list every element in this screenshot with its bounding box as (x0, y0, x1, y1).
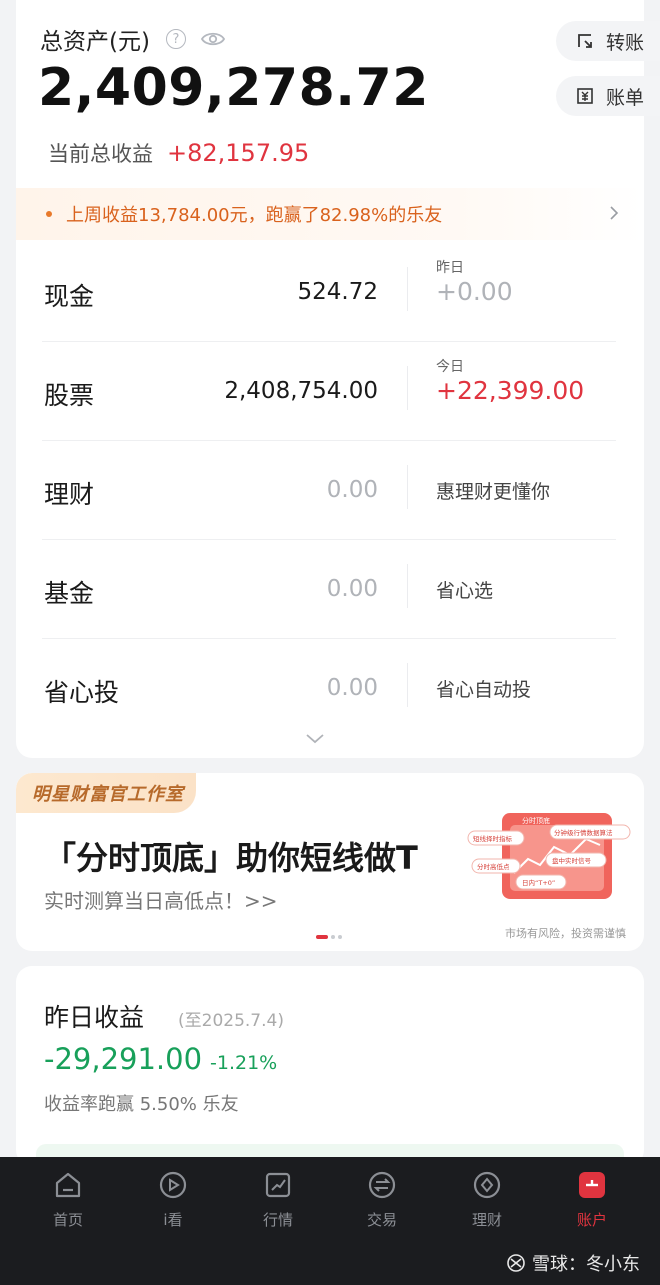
holding-amount: 524.72 (297, 279, 378, 305)
holding-row-auto-invest[interactable]: 省心投 0.00 省心自动投 (42, 639, 616, 738)
holding-change-label: 今日 (436, 359, 464, 375)
illus-label-signal: 盘中实时信号 (552, 856, 592, 865)
holding-amount: 2,408,754.00 (224, 378, 378, 404)
tab-trade[interactable]: 交易 (342, 1169, 422, 1230)
holding-name: 省心投 (44, 678, 120, 707)
home-icon (55, 1172, 81, 1198)
yesterday-profit-card[interactable]: 昨日收益 (至2025.7.4) -29,291.00 -1.21% 收益率跑赢… (16, 966, 644, 1166)
tab-label: 首页 (52, 1211, 83, 1229)
chevron-right-icon (610, 206, 619, 220)
tab-market[interactable]: 行情 (238, 1169, 318, 1230)
row-divider (407, 465, 408, 509)
tab-watch[interactable]: i看 (133, 1169, 213, 1230)
holding-amount: 0.00 (326, 576, 378, 602)
chart-icon (265, 1172, 291, 1198)
banner-illustration: 分时顶底 短线择时指标 分钟级行情数据算法 分时高低点 盘中实时信号 日内“T+… (467, 813, 631, 899)
yesterday-profit-title: 昨日收益 (44, 1003, 145, 1032)
holding-row-funds[interactable]: 基金 0.00 省心选 (42, 540, 616, 639)
holdings-list: 现金 524.72 昨日 +0.00 股票 2,408,754.00 今日 +2… (42, 243, 616, 738)
holding-row-stocks[interactable]: 股票 2,408,754.00 今日 +22,399.00 (42, 342, 616, 441)
total-profit-value: +82,157.95 (167, 139, 310, 167)
banner-subline[interactable]: 实时测算当日高低点！>> (44, 885, 278, 914)
total-profit-label: 当前总收益 (48, 142, 153, 166)
yesterday-profit-percent: -1.21% (210, 1052, 278, 1074)
banner-tag: 明星财富官工作室 (16, 773, 196, 813)
risk-disclaimer: 市场有风险，投资需谨慎 (505, 927, 626, 940)
total-assets-value: 2,409,278.72 (38, 58, 429, 118)
holding-row-cash[interactable]: 现金 524.72 昨日 +0.00 (42, 243, 616, 342)
holding-amount: 0.00 (326, 675, 378, 701)
play-icon (159, 1171, 187, 1199)
holding-row-wealth[interactable]: 理财 0.00 惠理财更懂你 (42, 441, 616, 540)
yesterday-profit-value: -29,291.00 (44, 1042, 203, 1076)
holding-tip: 省心选 (436, 580, 494, 602)
holding-change-label: 昨日 (436, 260, 464, 276)
bill-icon (577, 88, 593, 104)
holding-amount: 0.00 (326, 477, 378, 503)
row-divider (407, 267, 408, 311)
illus-label-title: 分时顶底 (522, 816, 550, 825)
exchange-icon (368, 1171, 396, 1199)
illus-label-algorithm: 分钟级行情数据算法 (554, 828, 613, 837)
row-divider (407, 663, 408, 707)
total-assets-label: 总资产(元) (40, 29, 150, 55)
bill-button[interactable]: 账单 (556, 76, 660, 116)
holding-tip: 惠理财更懂你 (436, 481, 551, 503)
carousel-dot (338, 935, 342, 939)
tab-account[interactable]: 账户 (552, 1169, 632, 1230)
tab-wealth[interactable]: 理财 (447, 1169, 527, 1230)
yesterday-profit-date: (至2025.7.4) (178, 1011, 284, 1031)
holding-name: 股票 (44, 381, 95, 410)
tab-label: 理财 (471, 1211, 502, 1229)
row-divider (407, 366, 408, 410)
tab-label: 行情 (262, 1211, 293, 1229)
holding-change-value: +0.00 (436, 277, 513, 306)
asset-summary-card: 总资产(元) ? 2,409,278.72 当前总收益 +82,157.95 转… (16, 0, 660, 758)
holding-name: 基金 (44, 579, 95, 608)
weekly-profit-notice[interactable]: 上周收益13,784.00元，跑赢了82.98%的乐友 (16, 188, 644, 240)
yesterday-beat-text: 收益率跑赢 5.50% 乐友 (44, 1094, 239, 1115)
carousel-dot-active (316, 935, 328, 939)
account-icon (579, 1172, 605, 1198)
row-divider (407, 564, 408, 608)
tab-label: 账户 (576, 1211, 607, 1229)
total-profit-row: 当前总收益 +82,157.95 (48, 138, 309, 168)
transfer-icon (578, 34, 592, 48)
wealth-icon (473, 1171, 501, 1199)
snowball-logo-icon (507, 1254, 525, 1272)
watermark: 雪球：冬小东 (506, 1250, 640, 1276)
holding-tip: 省心自动投 (436, 679, 532, 701)
help-icon[interactable]: ? (165, 29, 186, 49)
transfer-label: 转账 (606, 31, 645, 54)
promo-banner[interactable]: 明星财富官工作室 「分时顶底」助你短线做T 实时测算当日高低点！>> 分时顶底 … (16, 773, 644, 951)
banner-headline: 「分时顶底」助你短线做T (44, 839, 418, 877)
watermark-text: 雪球：冬小东 (532, 1254, 640, 1275)
tab-label: i看 (163, 1211, 183, 1229)
bill-label: 账单 (606, 86, 645, 109)
transfer-button[interactable]: 转账 (556, 21, 660, 61)
eye-icon[interactable] (200, 29, 226, 49)
tab-home[interactable]: 首页 (28, 1169, 108, 1230)
carousel-indicator (316, 935, 342, 939)
illus-label-intraday: 日内“T+0” (522, 878, 555, 887)
holding-name: 现金 (44, 282, 95, 311)
holding-name: 理财 (44, 480, 95, 509)
carousel-dot (331, 935, 335, 939)
illus-label-points: 分时高低点 (477, 862, 510, 871)
illus-label-timing: 短线择时指标 (473, 834, 513, 843)
asset-title-row: 总资产(元) ? (40, 22, 226, 56)
chevron-down-icon[interactable] (304, 732, 326, 746)
holding-change-value: +22,399.00 (436, 376, 585, 405)
notice-text: 上周收益13,784.00元，跑赢了82.98%的乐友 (66, 205, 443, 226)
tab-label: 交易 (366, 1211, 397, 1229)
notice-dot-icon (46, 211, 52, 217)
